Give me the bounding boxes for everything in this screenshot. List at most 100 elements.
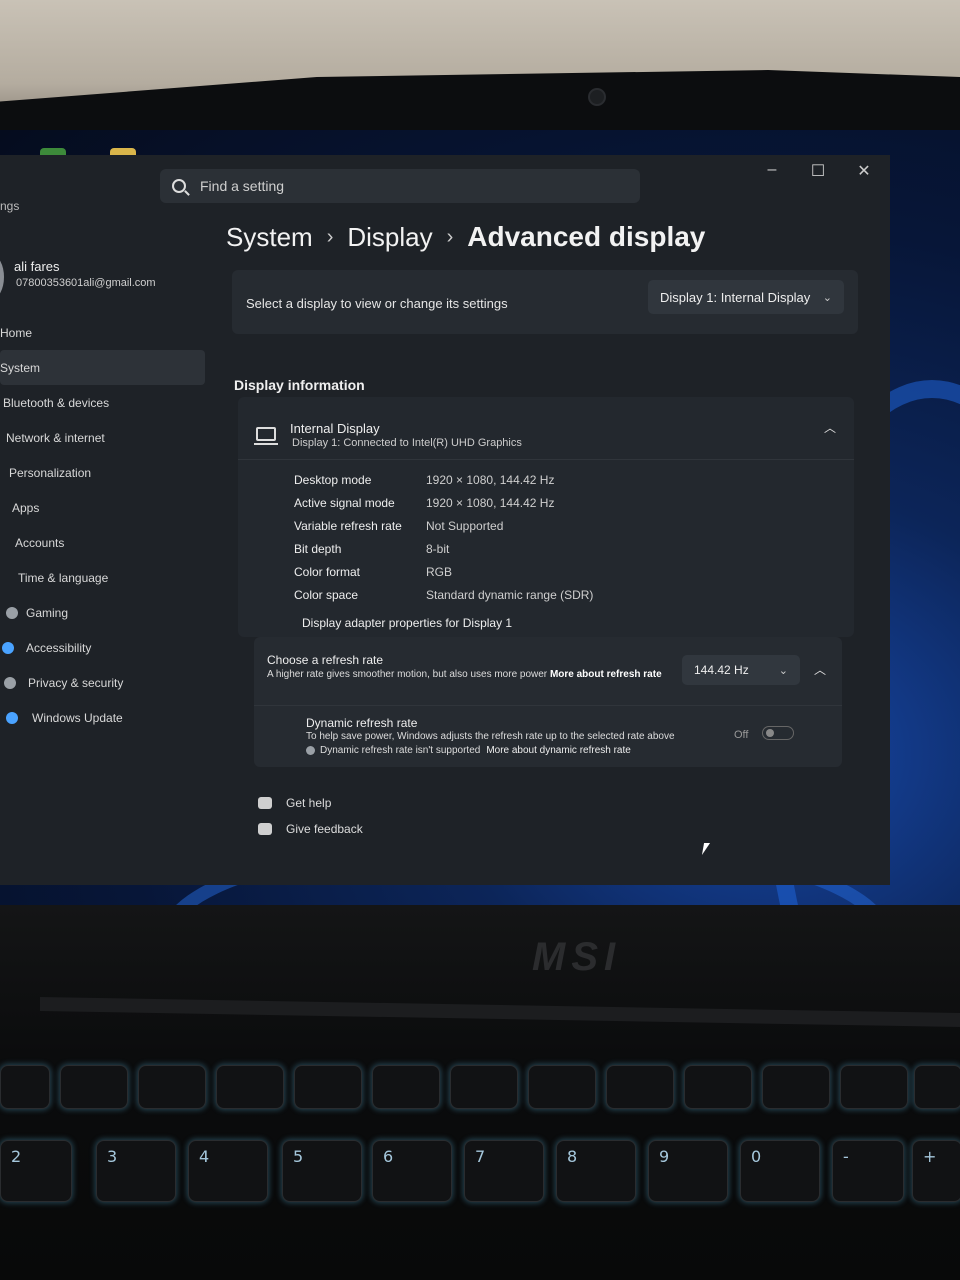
adapter-properties-link[interactable]: Display adapter properties for Display 1 [302, 616, 512, 630]
sidebar-item-system[interactable]: System [0, 350, 205, 385]
function-key[interactable] [138, 1065, 206, 1109]
sidebar-item-windows-update[interactable]: Windows Update [0, 700, 205, 735]
keyboard-key[interactable]: 3 [96, 1140, 176, 1202]
function-key[interactable] [606, 1065, 674, 1109]
breadcrumb: System › Display › Advanced display [226, 221, 705, 253]
sidebar-item-apps[interactable]: Apps [0, 490, 205, 525]
key-label: 7 [475, 1147, 486, 1166]
breadcrumb-display[interactable]: Display [347, 222, 432, 253]
sidebar-item-time-language[interactable]: Time & language [0, 560, 205, 595]
give-feedback-link[interactable]: Give feedback [258, 822, 363, 836]
sidebar-item-label: Accounts [15, 535, 65, 550]
sidebar-item-label: Home [0, 325, 33, 340]
sidebar: Home System Bluetooth & devices Network … [0, 315, 205, 735]
keyboard-key[interactable]: + [912, 1140, 960, 1202]
toggle-state-label: Off [734, 729, 749, 741]
keyboard-key[interactable]: 6 [372, 1140, 452, 1202]
get-help-link[interactable]: Get help [258, 796, 331, 810]
info-label: Desktop mode [294, 473, 372, 487]
info-value: RGB [426, 565, 453, 579]
sidebar-item-home[interactable]: Home [0, 315, 205, 350]
key-label: 0 [751, 1147, 762, 1166]
page-title: Advanced display [467, 221, 706, 252]
info-value: Standard dynamic range (SDR) [426, 588, 594, 602]
info-label: Color space [294, 588, 359, 602]
dynamic-refresh-warning: Dynamic refresh rate isn't supported Mor… [306, 745, 631, 756]
refresh-rate-description: A higher rate gives smoother motion, but… [267, 668, 667, 682]
key-label: - [843, 1147, 849, 1166]
sidebar-item-bluetooth[interactable]: Bluetooth & devices [0, 385, 205, 420]
function-key[interactable] [0, 1065, 50, 1109]
function-key[interactable] [684, 1065, 752, 1109]
chevron-down-icon: ⌄ [778, 664, 788, 677]
breadcrumb-separator: › [446, 225, 454, 248]
breadcrumb-system[interactable]: System [226, 222, 313, 253]
help-icon [258, 797, 272, 809]
function-key[interactable] [450, 1065, 518, 1109]
display-info-header[interactable]: Internal Display Display 1: Connected to… [238, 397, 854, 460]
keyboard-key[interactable]: 0 [740, 1140, 820, 1202]
feedback-icon [258, 823, 272, 835]
laptop-icon [254, 427, 278, 445]
chevron-up-icon[interactable]: ︿ [824, 419, 836, 436]
sidebar-item-accessibility[interactable]: Accessibility [0, 630, 205, 665]
sidebar-item-privacy[interactable]: Privacy & security [0, 665, 205, 700]
keyboard-key[interactable]: 7 [464, 1140, 544, 1202]
sidebar-item-label: Accessibility [26, 640, 92, 655]
display-connection: Display 1: Connected to Intel(R) UHD Gra… [292, 437, 522, 449]
key-label: 6 [383, 1147, 394, 1166]
keyboard-key[interactable]: 2 [0, 1140, 72, 1202]
function-key[interactable] [372, 1065, 440, 1109]
key-label: 5 [293, 1147, 304, 1166]
accessibility-icon [2, 641, 14, 654]
key-label: + [923, 1147, 937, 1166]
sidebar-item-label: Gaming [26, 605, 69, 620]
search-input[interactable]: Find a setting [200, 178, 284, 194]
search-box[interactable]: Find a setting [160, 169, 640, 203]
function-key[interactable] [528, 1065, 596, 1109]
sidebar-item-label: Apps [12, 500, 40, 515]
display-dropdown[interactable]: Display 1: Internal Display ⌄ [648, 280, 844, 314]
info-label: Variable refresh rate [294, 519, 402, 533]
sidebar-item-personalization[interactable]: Personalization [0, 455, 205, 490]
key-label: 9 [659, 1147, 670, 1166]
get-help-label: Get help [286, 796, 332, 810]
refresh-rate-desc-text: A higher rate gives smoother motion, but… [267, 669, 548, 680]
hinge-strip [40, 996, 960, 1028]
keyboard-key[interactable]: 5 [282, 1140, 362, 1202]
info-label: Color format [294, 565, 361, 579]
laptop-screen: – ☐ ✕ ngs Find a setting ali fares 07800… [0, 130, 960, 910]
dynamic-refresh-toggle[interactable] [762, 726, 794, 740]
chevron-up-icon[interactable]: ︿ [814, 661, 826, 678]
keyboard-key[interactable]: 9 [648, 1140, 728, 1202]
refresh-rate-dropdown[interactable]: 144.42 Hz ⌄ [682, 655, 800, 685]
keyboard-key[interactable]: 8 [556, 1140, 636, 1202]
search-icon [172, 179, 186, 193]
display-dropdown-value: Display 1: Internal Display [660, 289, 811, 305]
keyboard-key[interactable]: 4 [188, 1140, 268, 1202]
shield-icon [4, 676, 16, 689]
function-key[interactable] [840, 1065, 908, 1109]
maximize-button[interactable]: ☐ [810, 161, 826, 181]
function-key[interactable] [60, 1065, 128, 1109]
info-icon [306, 746, 315, 755]
sidebar-item-accounts[interactable]: Accounts [0, 525, 205, 560]
toggle-knob [766, 729, 774, 737]
function-key[interactable] [294, 1065, 362, 1109]
function-key[interactable] [216, 1065, 284, 1109]
info-value: Not Supported [426, 519, 504, 533]
function-key[interactable] [914, 1065, 960, 1109]
dynamic-refresh-description: To help save power, Windows adjusts the … [306, 731, 675, 742]
minimize-button[interactable]: – [764, 161, 780, 181]
sidebar-item-network[interactable]: Network & internet [0, 420, 205, 455]
function-key[interactable] [762, 1065, 830, 1109]
refresh-rate-value: 144.42 Hz [694, 663, 749, 677]
refresh-rate-link[interactable]: More about refresh rate [550, 669, 662, 680]
close-button[interactable]: ✕ [856, 161, 872, 181]
sidebar-item-label: Personalization [9, 465, 92, 480]
chevron-down-icon: ⌄ [822, 291, 832, 304]
display-name: Internal Display [290, 421, 380, 436]
dynamic-refresh-link[interactable]: More about dynamic refresh rate [486, 745, 631, 756]
keyboard-key[interactable]: - [832, 1140, 904, 1202]
sidebar-item-gaming[interactable]: Gaming [0, 595, 205, 630]
